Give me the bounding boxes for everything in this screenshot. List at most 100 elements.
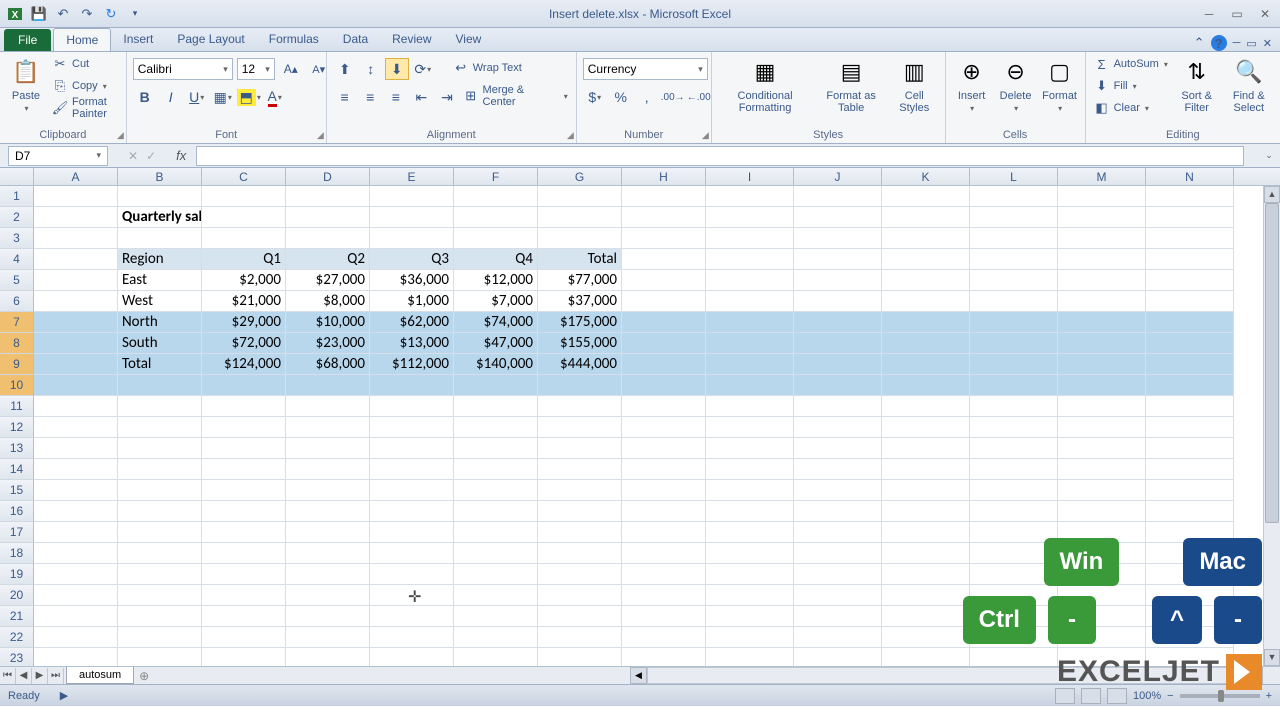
cell[interactable]: [622, 333, 706, 354]
normal-view-button[interactable]: [1055, 688, 1075, 704]
cell[interactable]: [622, 228, 706, 249]
help-icon[interactable]: ?: [1211, 35, 1227, 51]
cell[interactable]: [622, 627, 706, 648]
cell[interactable]: [286, 375, 370, 396]
cell[interactable]: [882, 606, 970, 627]
cell[interactable]: [970, 186, 1058, 207]
find-select-button[interactable]: 🔍Find & Select: [1224, 54, 1274, 116]
cell[interactable]: [118, 417, 202, 438]
ribbon-minimize-icon[interactable]: ─: [1233, 37, 1241, 49]
cell[interactable]: [794, 627, 882, 648]
cell[interactable]: [1058, 564, 1146, 585]
clear-button[interactable]: ◧Clear ▾: [1092, 98, 1170, 118]
column-header[interactable]: B: [118, 168, 202, 185]
cell[interactable]: [538, 228, 622, 249]
minimize-ribbon-icon[interactable]: ⌃: [1194, 35, 1205, 51]
cell[interactable]: [118, 648, 202, 666]
cell[interactable]: [538, 375, 622, 396]
cell[interactable]: [970, 438, 1058, 459]
cell[interactable]: Q1: [202, 249, 286, 270]
cell[interactable]: [1146, 207, 1234, 228]
cell[interactable]: [118, 375, 202, 396]
cell[interactable]: [970, 627, 1058, 648]
cell[interactable]: [34, 375, 118, 396]
row-header[interactable]: 18: [0, 543, 34, 564]
cell[interactable]: [286, 648, 370, 666]
cell[interactable]: [882, 291, 970, 312]
cell[interactable]: [794, 186, 882, 207]
number-launcher[interactable]: ◢: [702, 130, 709, 141]
column-header[interactable]: A: [34, 168, 118, 185]
cell[interactable]: [1146, 396, 1234, 417]
cell[interactable]: [1058, 543, 1146, 564]
cell[interactable]: [538, 186, 622, 207]
align-middle-button[interactable]: ↕: [359, 58, 383, 80]
select-all-button[interactable]: [0, 168, 34, 185]
row-header[interactable]: 13: [0, 438, 34, 459]
cell[interactable]: [538, 585, 622, 606]
cell[interactable]: [794, 501, 882, 522]
grow-font-button[interactable]: A▴: [279, 58, 303, 80]
cell[interactable]: [706, 480, 794, 501]
cell[interactable]: Q2: [286, 249, 370, 270]
cell[interactable]: [706, 354, 794, 375]
cell[interactable]: [1058, 207, 1146, 228]
column-header[interactable]: F: [454, 168, 538, 185]
cell[interactable]: [882, 270, 970, 291]
cell[interactable]: [706, 186, 794, 207]
cell[interactable]: [970, 543, 1058, 564]
cell[interactable]: [1058, 627, 1146, 648]
fx-icon[interactable]: fx: [176, 148, 186, 163]
cell[interactable]: [794, 543, 882, 564]
column-header[interactable]: J: [794, 168, 882, 185]
cell[interactable]: [34, 522, 118, 543]
cell[interactable]: [454, 522, 538, 543]
refresh-icon[interactable]: ↻: [100, 4, 122, 24]
row-header[interactable]: 14: [0, 459, 34, 480]
cell[interactable]: [1146, 270, 1234, 291]
last-sheet-button[interactable]: ⏭: [48, 668, 64, 684]
orientation-button[interactable]: ⟳▾: [411, 58, 435, 80]
cell[interactable]: [538, 396, 622, 417]
cell[interactable]: [706, 585, 794, 606]
cell[interactable]: [202, 543, 286, 564]
page-layout-view-button[interactable]: [1081, 688, 1101, 704]
formula-input[interactable]: [196, 146, 1244, 166]
cell[interactable]: [370, 564, 454, 585]
cell[interactable]: [118, 606, 202, 627]
undo-icon[interactable]: ↶: [52, 4, 74, 24]
cell[interactable]: [794, 333, 882, 354]
cell[interactable]: [370, 459, 454, 480]
cell[interactable]: [202, 396, 286, 417]
cell[interactable]: [370, 606, 454, 627]
cell[interactable]: $62,000: [370, 312, 454, 333]
cell[interactable]: [34, 543, 118, 564]
cell[interactable]: [622, 291, 706, 312]
cell[interactable]: [1058, 249, 1146, 270]
cell[interactable]: [34, 291, 118, 312]
cell[interactable]: [34, 249, 118, 270]
cell[interactable]: [622, 396, 706, 417]
decrease-decimal-button[interactable]: ←.00: [687, 86, 711, 108]
cell[interactable]: $77,000: [538, 270, 622, 291]
cell[interactable]: [286, 501, 370, 522]
cell[interactable]: [202, 606, 286, 627]
cell[interactable]: Q4: [454, 249, 538, 270]
cell[interactable]: [34, 459, 118, 480]
cell[interactable]: [118, 438, 202, 459]
cell[interactable]: [454, 648, 538, 666]
cell[interactable]: [538, 627, 622, 648]
cell[interactable]: [882, 627, 970, 648]
cell[interactable]: [706, 312, 794, 333]
cell[interactable]: [970, 291, 1058, 312]
cell[interactable]: [882, 396, 970, 417]
column-header[interactable]: E: [370, 168, 454, 185]
cell[interactable]: $2,000: [202, 270, 286, 291]
cell[interactable]: [970, 606, 1058, 627]
minimize-button[interactable]: ─: [1200, 6, 1218, 22]
cell[interactable]: [706, 543, 794, 564]
format-cells-button[interactable]: ▢Format▾: [1040, 54, 1080, 116]
cell[interactable]: [370, 207, 454, 228]
cell[interactable]: [454, 438, 538, 459]
cell[interactable]: $36,000: [370, 270, 454, 291]
